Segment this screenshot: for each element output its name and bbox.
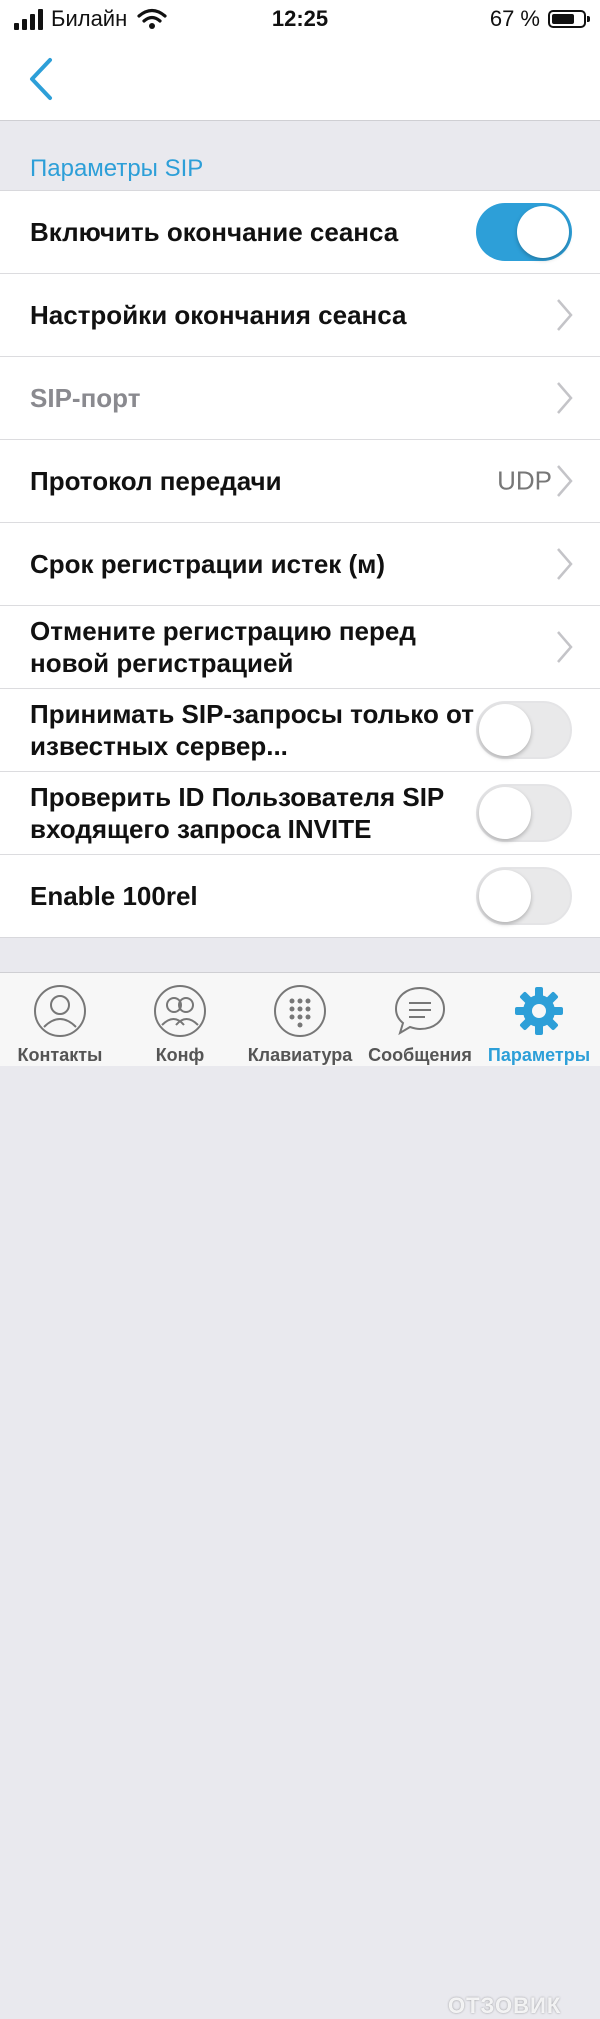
chevron-right-icon (557, 299, 573, 331)
row-label: Настройки окончания сеанса (30, 300, 407, 330)
keypad-icon (274, 985, 326, 1037)
row-session-timer-enable[interactable]: Включить окончание сеанса (0, 191, 600, 274)
watermark: ОТЗОВИК (448, 1993, 562, 2018)
transport-value: UDP (497, 465, 552, 496)
row-accept-known-servers[interactable]: Принимать SIP-запросы только от известны… (0, 689, 600, 772)
row-label: Отмените регистрацию перед новой регистр… (30, 616, 416, 678)
known-servers-toggle[interactable] (476, 701, 572, 759)
tab-label: Контакты (17, 1045, 103, 1065)
enable-100rel-toggle[interactable] (476, 867, 572, 925)
chevron-right-icon (557, 465, 573, 497)
chat-icon (394, 986, 446, 1036)
chevron-right-icon (557, 382, 573, 414)
settings-list: Включить окончание сеанса Настройки окон… (0, 190, 600, 938)
row-sip-port[interactable]: SIP-порт (0, 357, 600, 440)
tab-label: Клавиатура (247, 1045, 353, 1065)
row-check-invite-user-id[interactable]: Проверить ID Пользователя SIP входящего … (0, 772, 600, 855)
tab-label: Параметры (487, 1045, 591, 1065)
row-label: Принимать SIP-запросы только от известны… (30, 699, 475, 761)
section-header: Параметры SIP (30, 155, 204, 182)
row-label: Протокол передачи (30, 466, 282, 496)
row-enable-100rel[interactable]: Enable 100rel (0, 855, 600, 937)
person-icon (34, 985, 86, 1037)
tab-messages[interactable]: Сообщения (362, 973, 478, 1066)
tab-bar: Контакты Конф Клавиатура Сообщения Парам… (0, 972, 600, 2018)
row-unregister-before-register[interactable]: Отмените регистрацию перед новой регистр… (0, 606, 600, 689)
chevron-right-icon (557, 548, 573, 580)
battery-icon (548, 10, 590, 28)
session-timer-toggle[interactable] (476, 203, 572, 261)
row-transport-protocol[interactable]: Протокол передачи UDP (0, 440, 600, 523)
row-label: Проверить ID Пользователя SIP входящего … (30, 782, 444, 844)
row-label: Срок регистрации истек (м) (30, 549, 386, 579)
tab-keypad[interactable]: Клавиатура (240, 973, 360, 1066)
tab-contacts[interactable]: Контакты (12, 973, 108, 1066)
chevron-right-icon (557, 631, 573, 663)
navigation-bar (0, 40, 600, 121)
battery-percent: 67 % (489, 6, 540, 31)
row-label: Включить окончание сеанса (30, 217, 399, 247)
back-button[interactable] (22, 54, 62, 104)
gear-icon (515, 987, 563, 1035)
row-label: Enable 100rel (30, 881, 198, 911)
check-invite-toggle[interactable] (476, 784, 572, 842)
tab-settings[interactable]: Параметры (480, 973, 598, 1066)
row-session-timer-settings[interactable]: Настройки окончания сеанса (0, 274, 600, 357)
row-label: SIP-порт (30, 383, 141, 413)
group-icon (154, 985, 206, 1037)
tab-label: Сообщения (368, 1045, 472, 1065)
status-bar: Билайн 12:25 67 % (0, 0, 600, 40)
tab-conference[interactable]: Конф (132, 973, 228, 1066)
tab-label: Конф (155, 1045, 205, 1065)
row-registration-expire[interactable]: Срок регистрации истек (м) (0, 523, 600, 606)
